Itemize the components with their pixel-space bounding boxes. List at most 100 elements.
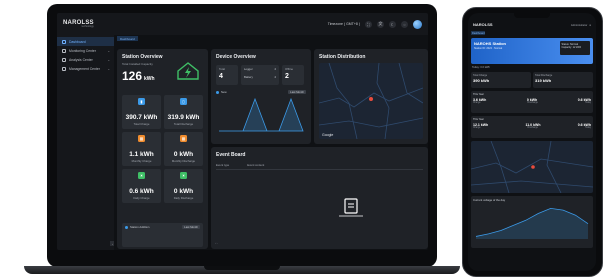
stat-value: 390.7 kWh [125,114,158,121]
device-total-label: Total [219,67,225,71]
stat-daily-charge: ☀ 0.6 kWh Daily Charge [122,169,161,203]
tab-dashboard[interactable]: Dashboard [117,36,138,41]
stat-value: 319.9 kWh [167,114,200,121]
station-distribution-title: Station Distribution [319,54,366,60]
phone-card-label: Total Charge [473,74,488,77]
period-select[interactable]: Last Month [182,225,200,229]
col-event-content: Event content [247,163,265,167]
device-offline-label: Offline [285,67,294,71]
menu-icon[interactable]: ≡ [589,23,591,27]
analysis-icon [62,57,66,62]
phone-card-value: 319 kWh [535,78,552,83]
device-overview-title: Device Overview [216,54,256,60]
station-map[interactable]: Google [319,63,423,139]
sidebar-item-dashboard[interactable]: Dashboard [57,37,114,46]
main-content: Dashboard Station Overview Total Install… [114,35,428,250]
house-bolt-icon [177,62,199,80]
avatar[interactable] [413,19,422,29]
device-chart-label: New [221,90,227,94]
stat-value: 0 kWh [173,188,194,195]
device-overview-panel: Device Overview Total 4 Logger 2 Battery [211,49,311,144]
sidebar: Dashboard Monitoring Center ⌄ Analysis C… [57,35,115,250]
station-distribution-panel: Station Distribution Google [314,49,428,144]
sidebar-item-analysis[interactable]: Analysis Center ⌄ [57,55,114,64]
phone-screen: NAROLSS Administrator ≡ Dashboard NAROHS… [468,13,596,271]
map-roads [319,63,423,139]
legend-dot-icon [216,90,219,94]
device-total-value: 4 [219,73,223,80]
station-addition-header: Station Addition Last Month [122,223,203,231]
event-table-header: Event type Event content [216,163,423,170]
station-addition-label: Station Addition [130,225,150,229]
stat-total-discharge: ▯ 319.9 kWh Total Discharge [164,95,203,129]
phone-label: Today [584,127,591,129]
sidebar-item-monitoring[interactable]: Monitoring Center ⌄ [57,46,114,55]
phone-logo[interactable]: NAROLSS [473,22,493,27]
stat-label: Total Discharge [173,122,194,126]
phone-section-title: This Year [473,118,484,121]
col-event-type: Event type [216,163,230,167]
sidebar-item-label: Monitoring Center [69,48,96,53]
logo-subtext: technology [81,24,94,28]
sidebar-item-label: Management Center [69,66,100,71]
stat-value: 0.6 kWh [129,188,154,195]
sidebar-item-management[interactable]: Management Center ⌄ [57,64,114,73]
fullscreen-icon[interactable]: ⛶ [365,20,372,28]
stage: NAROLSS technology Timezone ( GMT+8 ) ⛶ … [0,0,607,279]
phone-section-labels: Charge Discharge Today [473,102,591,104]
laptop-screen: NAROLSS technology Timezone ( GMT+8 ) ⛶ … [57,13,428,250]
stat-label: Daily Charge [133,196,150,200]
logo[interactable]: NAROLSS technology [63,20,94,29]
stat-monthly-discharge: ▦ 0 kWh Monthly Discharge [164,132,203,166]
phone-frame: NAROLSS Administrator ≡ Dashboard NAROHS… [462,7,603,277]
language-icon[interactable]: 文 [377,20,384,28]
notification-icon[interactable]: ◌ [401,20,408,28]
chevron-down-icon: ⌄ [107,57,110,62]
station-addition-card: Station Addition Last Month [122,223,203,247]
timezone-select[interactable]: Timezone ( GMT+8 ) [328,22,360,26]
stat-label: Daily Discharge [173,196,194,200]
station-overview-panel: Station Overview Total Installed Capacit… [117,49,208,249]
phone-label: Discharge [527,127,538,129]
device-total-box: Total 4 [216,65,238,85]
logger-label: Logger [244,67,253,71]
capacity-unit: kWh [144,76,155,82]
phone-line-chart [475,207,589,239]
phone-label: Discharge [527,102,538,104]
phone-today-line: Today: 0.6 kWh [472,66,490,69]
battery-row: Battery 2 [244,75,276,79]
tab-bar: Dashboard [114,35,428,42]
phone-map[interactable] [471,141,593,193]
phone-section-2: This Year 12.1 kWh 11.0 kWh 0.6 kWh Char… [471,116,593,138]
phone-user[interactable]: Administrator ≡ [571,23,591,27]
stat-value: 1.1 kWh [129,151,154,158]
phone-user-name: Administrator [570,22,588,27]
dashboard-icon [62,39,66,44]
legend-dot-icon [125,225,128,229]
management-icon [62,66,66,71]
calendar-discharge-icon: ▦ [180,135,187,142]
period-select[interactable]: Last Month [288,90,306,94]
event-board-title: Event Board [216,152,246,158]
phone-status-2: Capacity: 12 kWh [561,46,582,50]
theme-icon[interactable]: ☾ [389,20,396,28]
battery-value: 2 [274,75,276,79]
device-chart-header: New Last Month [216,90,306,94]
chevron-down-icon: ⌄ [107,48,110,53]
stat-total-charge: ▮ 390.7 kWh Total Charge [122,95,161,129]
phone-cards: Total Charge 390 kWh Total Discharge 319… [471,72,593,88]
phone-station-status: Status: Normal Capacity: 12 kWh [560,41,590,55]
battery-charge-icon: ▮ [138,98,145,105]
pagination[interactable]: ‹ › [215,242,217,245]
capacity-value: 126 [122,69,143,83]
day-charge-icon: ☀ [138,172,145,179]
stat-monthly-charge: ▦ 1.1 kWh Monthly Charge [122,132,161,166]
phone-station-card[interactable]: NAROHS Station Station ID: 2024 · Normal… [471,38,593,64]
stat-daily-discharge: ☀ 0 kWh Daily Discharge [164,169,203,203]
app-header: NAROLSS technology Timezone ( GMT+8 ) ⛶ … [57,13,428,35]
logger-value: 2 [274,67,276,71]
header-actions: Timezone ( GMT+8 ) ⛶ 文 ☾ ◌ [328,19,422,29]
phone-tab-dashboard[interactable]: Dashboard [471,31,485,35]
phone-voltage-chart: Current voltage of the day [471,196,593,248]
stat-label: Monthly Discharge [171,159,196,163]
